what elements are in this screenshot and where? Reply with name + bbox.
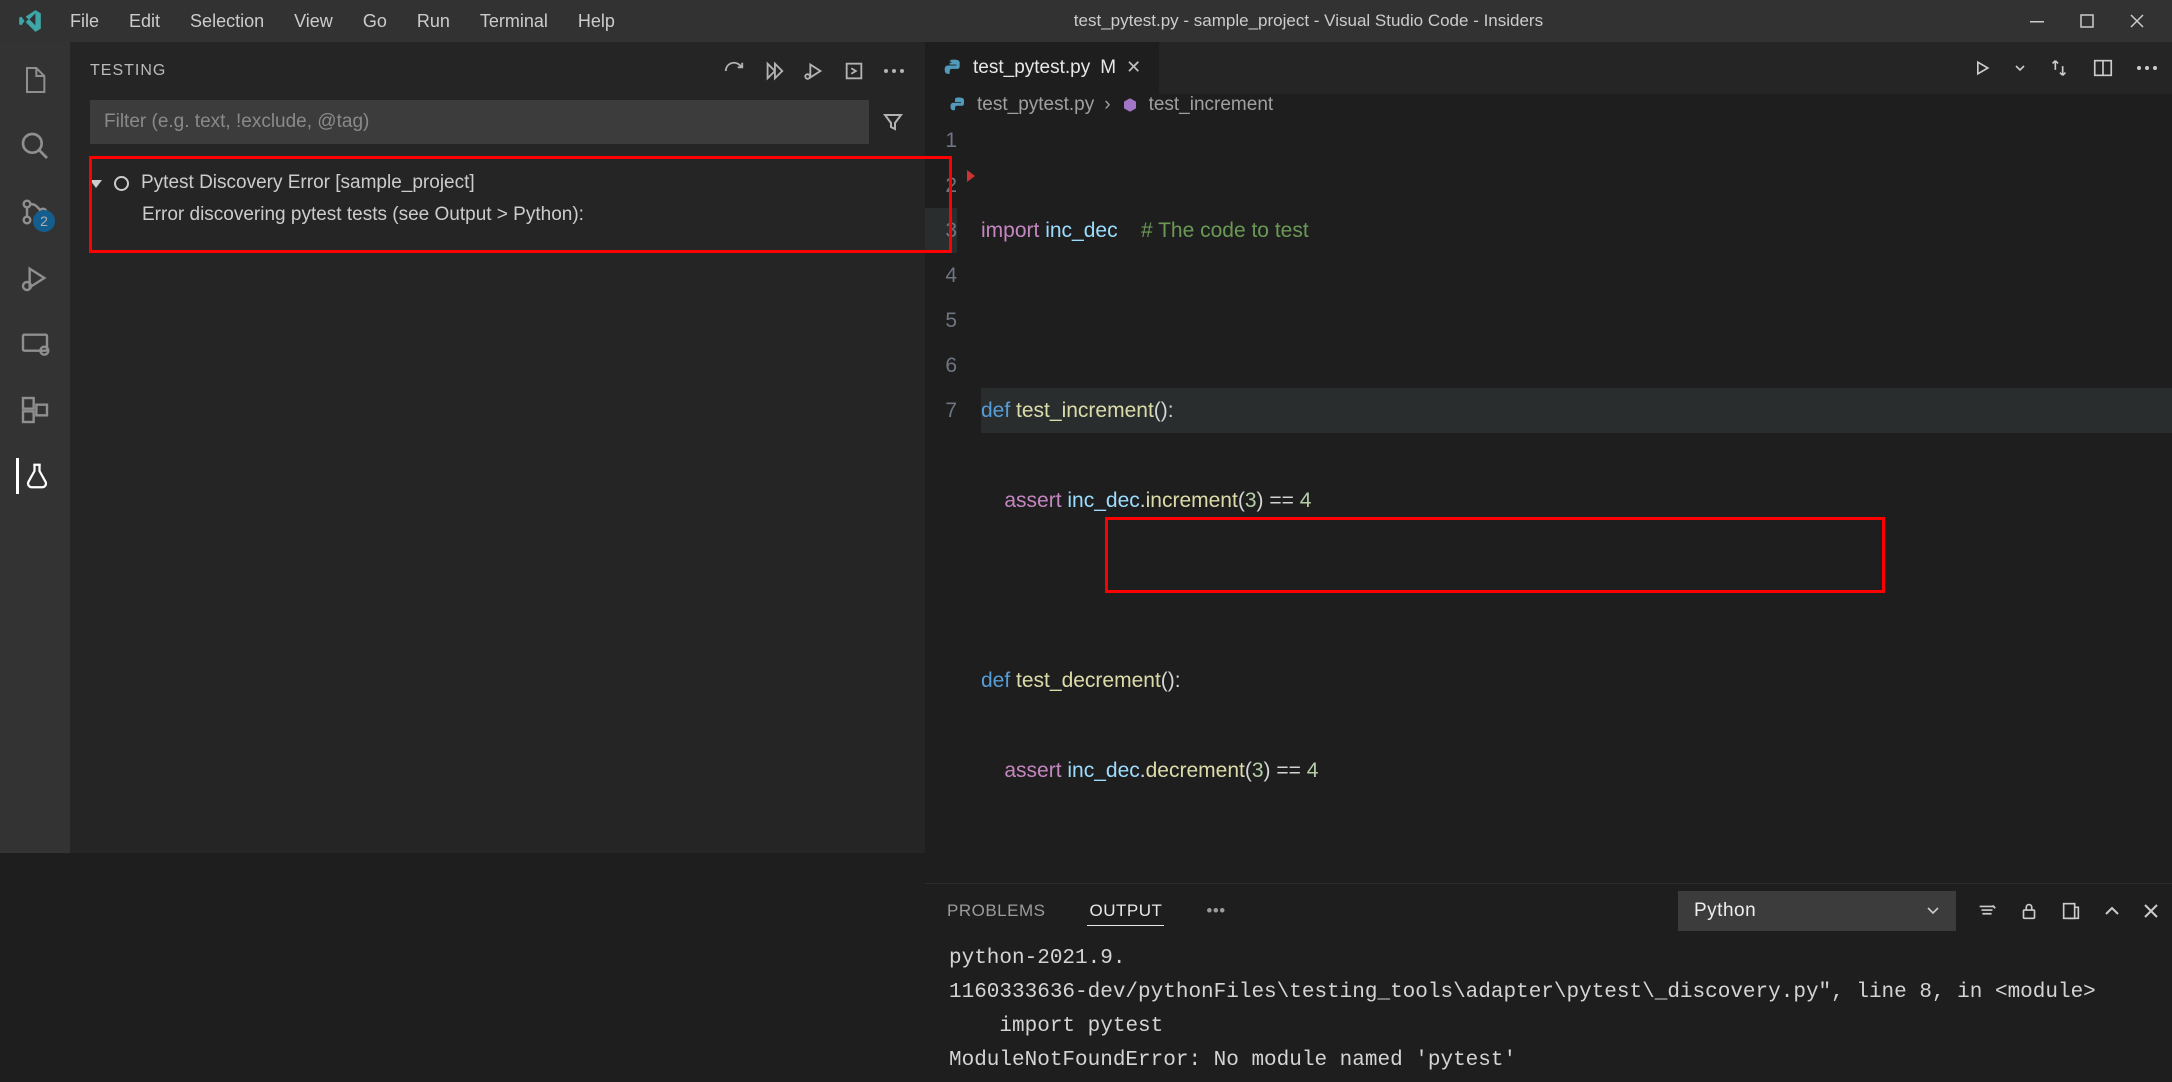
panel-chevron-up-icon[interactable] xyxy=(2102,901,2122,921)
tree-parent-label: Pytest Discovery Error [sample_project] xyxy=(141,172,475,194)
status-circle-icon xyxy=(114,176,129,191)
minimize-button[interactable] xyxy=(2027,11,2047,31)
test-filter-input[interactable] xyxy=(90,100,869,144)
code-editor[interactable]: 1234567 import inc_dec # The code to tes… xyxy=(925,116,2172,883)
debug-icon[interactable] xyxy=(17,260,53,296)
lock-scroll-icon[interactable] xyxy=(2018,900,2040,922)
glyph-margin-icon xyxy=(967,170,975,182)
menu-selection[interactable]: Selection xyxy=(190,11,264,32)
maximize-button[interactable] xyxy=(2077,11,2097,31)
panel-overflow-icon[interactable]: ••• xyxy=(1204,897,1227,925)
editor-tab-test-pytest[interactable]: test_pytest.py M ✕ xyxy=(925,42,1159,94)
chevron-down-icon xyxy=(90,172,102,194)
diff-icon[interactable] xyxy=(2048,57,2070,79)
vscode-logo-icon xyxy=(0,8,60,34)
editor-more-icon[interactable] xyxy=(2136,65,2158,71)
testing-icon[interactable] xyxy=(16,458,52,494)
symbol-method-icon xyxy=(1121,96,1139,114)
window-controls xyxy=(2002,11,2172,31)
menu-file[interactable]: File xyxy=(70,11,99,32)
testing-sidebar: TESTING Pytest Discovery Error [sample_p… xyxy=(70,42,925,853)
editor-tabs: test_pytest.py M ✕ xyxy=(925,42,2172,94)
line-gutter: 1234567 xyxy=(925,118,981,883)
extensions-icon[interactable] xyxy=(17,392,53,428)
activity-bar: 2 xyxy=(0,42,70,853)
panel-tabs: PROBLEMS OUTPUT ••• Python xyxy=(925,884,2172,938)
breadcrumb-sep-icon: › xyxy=(1104,94,1110,116)
sidebar-heading: TESTING xyxy=(90,62,166,80)
menu-edit[interactable]: Edit xyxy=(129,11,160,32)
python-file-icon xyxy=(943,58,963,78)
menu-view[interactable]: View xyxy=(294,11,333,32)
close-button[interactable] xyxy=(2127,11,2147,31)
output-channel-select[interactable]: Python xyxy=(1678,891,1956,931)
run-dropdown-icon[interactable] xyxy=(2014,62,2026,74)
menu-go[interactable]: Go xyxy=(363,11,387,32)
breadcrumb-symbol[interactable]: test_increment xyxy=(1149,94,1274,116)
tab-modified-indicator: M xyxy=(1100,57,1116,79)
more-actions-icon[interactable] xyxy=(883,68,905,74)
python-file-icon xyxy=(949,96,967,114)
breadcrumb-file[interactable]: test_pytest.py xyxy=(977,94,1094,116)
clear-output-icon[interactable] xyxy=(1976,900,1998,922)
window-title: test_pytest.py - sample_project - Visual… xyxy=(615,11,2002,31)
code-lines[interactable]: import inc_dec # The code to test def te… xyxy=(981,118,2172,883)
test-tree-error-node[interactable]: Pytest Discovery Error [sample_project] xyxy=(70,166,925,200)
search-icon[interactable] xyxy=(17,128,53,164)
source-control-badge: 2 xyxy=(33,210,55,232)
source-control-icon[interactable]: 2 xyxy=(17,194,53,230)
titlebar: File Edit Selection View Go Run Terminal… xyxy=(0,0,2172,42)
chevron-down-icon xyxy=(1926,904,1940,918)
editor-area: test_pytest.py M ✕ test_pytest.py › test… xyxy=(925,42,2172,853)
bottom-panel: PROBLEMS OUTPUT ••• Python python-2021.9… xyxy=(925,883,2172,1082)
refresh-tests-icon[interactable] xyxy=(723,60,745,82)
tab-output[interactable]: OUTPUT xyxy=(1087,897,1164,926)
explorer-icon[interactable] xyxy=(17,62,53,98)
filter-icon[interactable] xyxy=(881,110,905,134)
menu-help[interactable]: Help xyxy=(578,11,615,32)
output-body[interactable]: python-2021.9. 1160333636-dev/pythonFile… xyxy=(925,938,2172,1082)
panel-close-icon[interactable] xyxy=(2142,902,2160,920)
open-log-icon[interactable] xyxy=(2060,900,2082,922)
breadcrumb[interactable]: test_pytest.py › test_increment xyxy=(925,94,2172,116)
debug-tests-icon[interactable] xyxy=(803,60,825,82)
test-tree: Pytest Discovery Error [sample_project] … xyxy=(70,156,925,240)
menu-run[interactable]: Run xyxy=(417,11,450,32)
menu-terminal[interactable]: Terminal xyxy=(480,11,548,32)
tab-close-icon[interactable]: ✕ xyxy=(1126,57,1141,78)
run-all-tests-icon[interactable] xyxy=(763,60,785,82)
tab-filename: test_pytest.py xyxy=(973,57,1090,79)
remote-icon[interactable] xyxy=(17,326,53,362)
run-file-icon[interactable] xyxy=(1972,58,1992,78)
tab-problems[interactable]: PROBLEMS xyxy=(945,897,1047,925)
split-editor-icon[interactable] xyxy=(2092,57,2114,79)
output-channel-value: Python xyxy=(1694,900,1756,922)
tree-error-detail[interactable]: Error discovering pytest tests (see Outp… xyxy=(70,200,925,230)
menubar: File Edit Selection View Go Run Terminal… xyxy=(60,11,615,32)
show-output-icon[interactable] xyxy=(843,60,865,82)
